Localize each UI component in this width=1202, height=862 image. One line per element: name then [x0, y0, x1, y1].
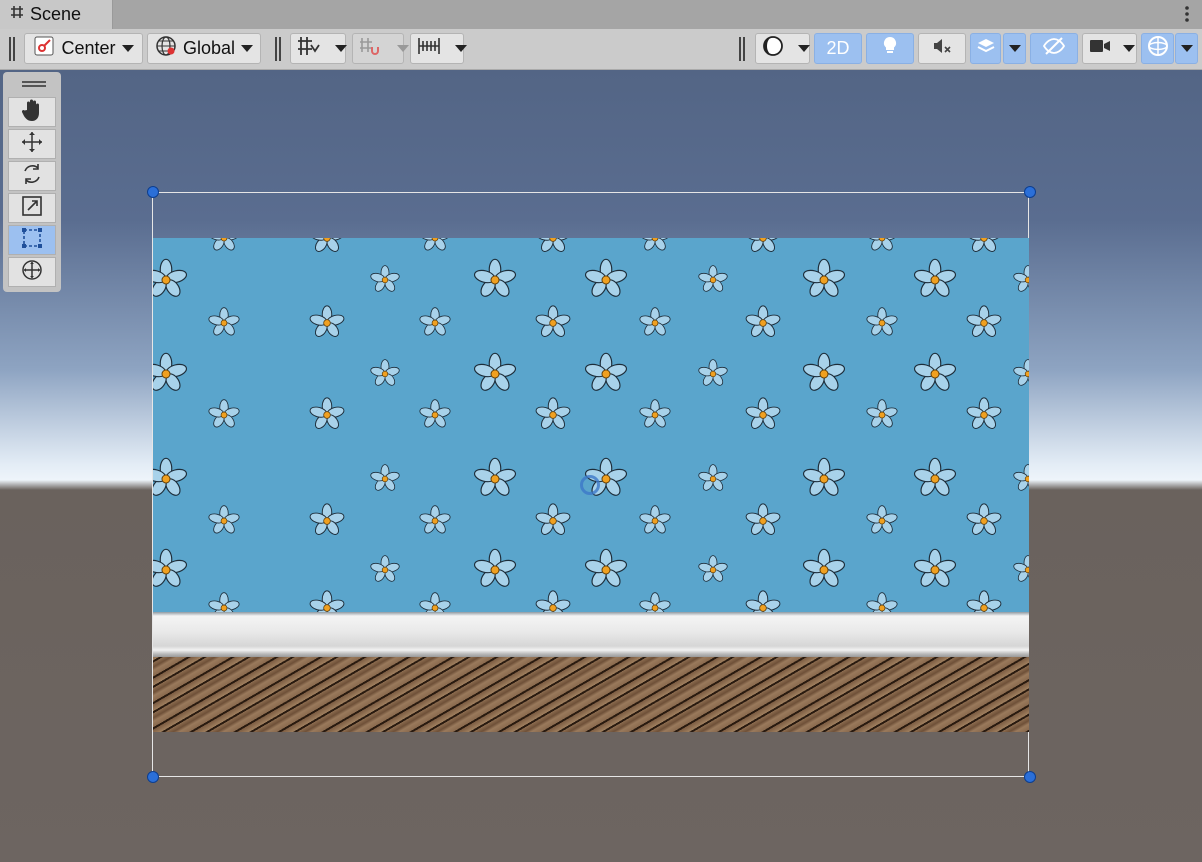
eye-slash-icon	[1042, 36, 1066, 61]
chevron-down-icon	[1123, 45, 1135, 52]
toolbar-grip[interactable]	[275, 37, 281, 61]
more-options-icon[interactable]	[1184, 5, 1190, 23]
hash-icon	[10, 5, 24, 24]
hand-tool-button[interactable]	[8, 97, 56, 127]
rotate-icon	[20, 162, 44, 191]
lightbulb-icon	[880, 35, 900, 62]
rect-handle-top-right[interactable]	[1024, 186, 1036, 198]
rect-tool-button[interactable]	[8, 225, 56, 255]
pivot-handle[interactable]	[580, 475, 600, 495]
toolbar-grip[interactable]	[9, 37, 15, 61]
rotate-tool-button[interactable]	[8, 161, 56, 191]
scene-camera-dropdown[interactable]	[1082, 33, 1137, 64]
move-tool-button[interactable]	[8, 129, 56, 159]
chevron-down-icon	[335, 45, 347, 52]
rect-handle-top-left[interactable]	[147, 186, 159, 198]
pivot-icon	[33, 35, 55, 62]
shading-sphere-icon	[762, 35, 784, 62]
pivot-rotation-label: Global	[182, 38, 236, 58]
audio-toggle[interactable]	[918, 33, 966, 64]
gizmos-dropdown[interactable]	[1175, 33, 1198, 64]
tools-overlay	[3, 72, 61, 292]
chevron-down-icon	[798, 45, 810, 52]
grid-visibility-button[interactable]	[410, 33, 467, 64]
flower-pattern	[153, 238, 1029, 612]
rect-handle-bottom-left[interactable]	[147, 771, 159, 783]
layers-icon	[976, 36, 996, 61]
baseboard-sprite	[153, 612, 1029, 657]
hand-icon	[21, 98, 43, 127]
wallpaper-sprite[interactable]	[153, 238, 1029, 613]
camera-icon	[1089, 36, 1111, 61]
chevron-down-icon	[1008, 45, 1021, 52]
globe-icon	[155, 35, 177, 62]
chevron-down-icon	[241, 45, 254, 52]
tab-title: Scene	[30, 4, 82, 24]
scale-icon	[20, 194, 44, 223]
lighting-toggle[interactable]	[866, 33, 914, 64]
chevron-down-icon	[455, 45, 467, 52]
overlay-drag-handle[interactable]	[22, 81, 46, 87]
mode-2d-toggle[interactable]: 2D	[814, 33, 862, 64]
chevron-down-icon	[1180, 45, 1193, 52]
magnet-icon	[359, 35, 383, 62]
wood-floor-sprite	[153, 657, 1029, 732]
muted-speaker-icon	[931, 35, 953, 62]
transform-icon	[20, 258, 44, 287]
scene-tab[interactable]: Scene	[0, 0, 113, 29]
chevron-down-icon	[397, 45, 409, 52]
effects-toggle[interactable]	[970, 33, 1001, 64]
gizmo-sphere-icon	[1147, 35, 1169, 62]
transform-tool-button[interactable]	[8, 257, 56, 287]
mode-2d-label: 2D	[826, 38, 850, 58]
draw-mode-dropdown[interactable]	[755, 33, 810, 64]
rect-handle-bottom-right[interactable]	[1024, 771, 1036, 783]
increment-snap-button[interactable]	[352, 33, 409, 64]
gizmos-toggle[interactable]	[1141, 33, 1174, 64]
pivot-mode-dropdown[interactable]: Center	[24, 33, 143, 64]
rect-transform-icon	[20, 226, 44, 255]
ruler-icon	[417, 35, 441, 62]
grid-snapping-button[interactable]	[290, 33, 347, 64]
pivot-rotation-dropdown[interactable]: Global	[147, 33, 261, 64]
chevron-down-icon	[121, 45, 134, 52]
grid-snap-icon	[297, 35, 321, 62]
move-arrows-icon	[20, 130, 44, 159]
toolbar-grip[interactable]	[739, 37, 745, 61]
hidden-objects-toggle[interactable]	[1030, 33, 1078, 64]
scale-tool-button[interactable]	[8, 193, 56, 223]
pivot-mode-label: Center	[61, 38, 116, 58]
scene-toolbar: Center Global 2D	[0, 29, 1202, 70]
tab-bar: Scene	[0, 0, 1202, 30]
effects-dropdown[interactable]	[1003, 33, 1026, 64]
